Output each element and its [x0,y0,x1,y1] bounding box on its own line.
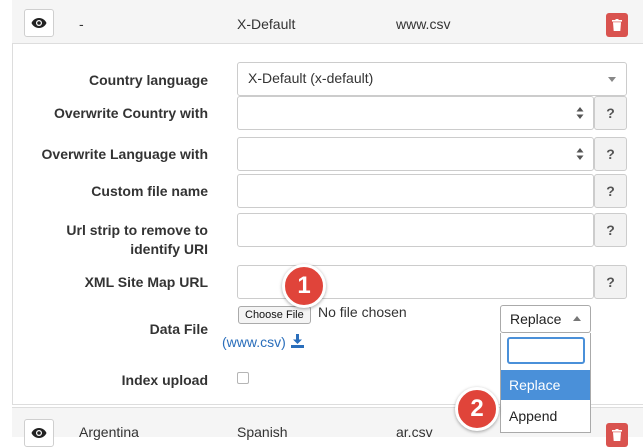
step-badge-1: 1 [282,264,326,308]
url-strip-label-line2: identify URI [130,241,208,257]
custom-file-name-help-button[interactable]: ? [594,174,627,208]
url-strip-help-button[interactable]: ? [594,213,627,247]
choose-file-button[interactable]: Choose File [238,306,311,324]
country-language-value: X-Default (x-default) [248,70,374,86]
eye-icon [31,18,47,28]
help-label: ? [606,183,615,199]
index-upload-label: Index upload [121,372,208,388]
row-file: www.csv [396,16,451,32]
data-file-label: Data File [149,321,208,337]
row-language: X-Default [237,16,296,32]
overwrite-country-select[interactable] [237,96,594,130]
row-file: ar.csv [396,424,433,440]
help-label: ? [606,105,615,121]
delete-row-button[interactable] [606,423,628,447]
toggle-visibility-button[interactable] [24,9,54,37]
toggle-visibility-button[interactable] [24,419,54,447]
row-header-xdefault [12,0,643,44]
overwrite-country-help-button[interactable]: ? [594,96,627,130]
xml-sitemap-help-button[interactable]: ? [594,265,627,299]
row-language: Spanish [237,424,288,440]
eye-icon [31,428,47,438]
row-country: - [79,16,84,32]
dropdown-option-append[interactable]: Append [501,401,590,431]
overwrite-language-help-button[interactable]: ? [594,137,627,171]
row-country: Argentina [79,424,139,440]
index-upload-checkbox[interactable] [237,372,249,384]
dropdown-search-input[interactable] [507,337,585,364]
delete-row-button[interactable] [606,13,628,37]
help-label: ? [606,222,615,238]
download-icon[interactable] [291,334,304,348]
help-label: ? [606,146,615,162]
spinner-icon [576,107,584,119]
spinner-icon [576,148,584,160]
custom-file-name-label: Custom file name [91,183,208,199]
trash-icon [612,429,622,441]
download-current-file-link[interactable]: (www.csv) [222,334,286,350]
url-strip-label-line1: Url strip to remove to [66,222,208,238]
help-label: ? [606,274,615,290]
overwrite-language-label: Overwrite Language with [41,146,208,162]
xml-sitemap-label: XML Site Map URL [84,274,208,290]
upload-mode-value: Replace [510,311,562,327]
trash-icon [612,19,622,31]
country-language-label: Country language [88,72,208,88]
country-language-select[interactable]: X-Default (x-default) [237,62,627,96]
upload-mode-select[interactable]: Replace [500,305,591,333]
overwrite-language-select[interactable] [237,137,594,171]
caret-down-icon [608,77,616,82]
upload-mode-dropdown: Replace Append [500,333,591,433]
overwrite-country-label: Overwrite Country with [53,105,208,121]
url-strip-input[interactable] [237,213,594,247]
no-file-chosen-text: No file chosen [318,304,407,320]
dropdown-option-replace[interactable]: Replace [501,370,590,400]
custom-file-name-input[interactable] [237,174,594,208]
caret-up-icon [573,316,581,321]
step-badge-2: 2 [455,387,499,431]
